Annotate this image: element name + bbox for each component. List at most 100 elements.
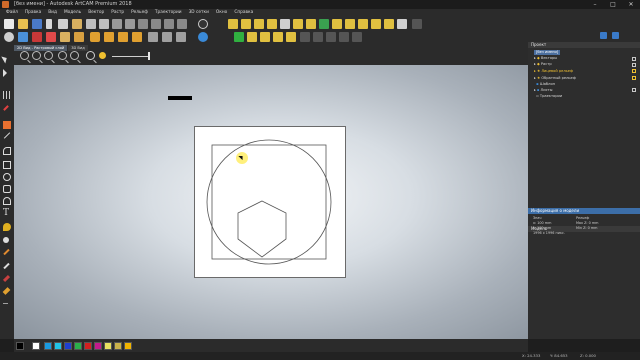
nest-icon[interactable] (352, 32, 362, 42)
align-icon[interactable] (260, 32, 270, 42)
zoom-out-icon[interactable] (32, 51, 41, 60)
color-swatch[interactable] (64, 342, 72, 350)
menu-window[interactable]: Окно (216, 9, 227, 17)
tree-item-bitmap[interactable]: ▸ ◆ Растр (534, 62, 552, 67)
create-vector-icon[interactable] (247, 32, 257, 42)
menu-toolpaths[interactable]: Траектории (155, 9, 182, 17)
tree-item-toolpaths[interactable]: ▫ Траектории (534, 94, 562, 99)
open-file-icon[interactable] (18, 19, 28, 29)
menu-vector[interactable]: Вектор (88, 9, 104, 17)
rotate-icon[interactable] (293, 19, 303, 29)
cut-icon[interactable] (46, 19, 52, 29)
circle-tool-icon[interactable] (3, 173, 11, 181)
new-file-icon[interactable] (4, 19, 14, 29)
rectangle-tool-icon[interactable] (3, 161, 11, 169)
select-arrow-icon[interactable] (1, 54, 9, 64)
close-button[interactable]: ✕ (622, 0, 640, 9)
zoom-slider-track[interactable] (112, 56, 150, 57)
delete-icon[interactable] (112, 19, 122, 29)
menu-3d-mesh[interactable]: 3D сетки (189, 9, 209, 17)
color-swatch[interactable] (44, 342, 52, 350)
trim-icon[interactable] (345, 19, 355, 29)
tab-2d-view[interactable]: 2D Вид - Растровый слой (14, 45, 68, 51)
panel-icon-2[interactable] (612, 32, 619, 39)
find-icon[interactable] (138, 19, 148, 29)
vector-hexagon[interactable] (237, 200, 287, 258)
line-tool-icon[interactable] (3, 132, 11, 139)
measure-icon[interactable] (176, 32, 186, 42)
grid-snap-icon[interactable] (3, 91, 11, 99)
block-copy-icon[interactable] (339, 32, 349, 42)
vector-drawing[interactable] (194, 126, 346, 278)
tree-item-template[interactable]: ▪ Шаблон (534, 82, 555, 87)
project-root[interactable]: [без имени] (534, 50, 561, 55)
zoom-fit-icon[interactable] (44, 51, 53, 60)
group-icon[interactable] (319, 19, 329, 29)
zoom-previous-icon[interactable] (70, 51, 79, 60)
weld-icon[interactable] (332, 19, 342, 29)
explode-icon[interactable] (280, 19, 290, 29)
polygon-tool-icon[interactable] (3, 185, 11, 193)
tree-item-back-relief[interactable]: ▸ ★ Обратный рельеф (534, 76, 576, 81)
menu-help[interactable]: Справка (234, 9, 253, 17)
color-swatch[interactable] (94, 342, 102, 350)
tree-item-front-relief[interactable]: ▸ ★ Лицевой рельеф (534, 69, 573, 74)
join-icon[interactable] (371, 19, 381, 29)
iso-view-icon[interactable] (104, 32, 114, 42)
brush-icon[interactable] (3, 237, 9, 243)
menu-file[interactable]: Файл (6, 9, 18, 17)
color-swatch[interactable] (124, 342, 132, 350)
tab-3d-view[interactable]: 3D Вид (68, 45, 88, 51)
redo-icon[interactable] (99, 19, 109, 29)
snap-icon[interactable] (300, 32, 310, 42)
zoom-icon[interactable] (4, 32, 14, 42)
zoom-in-icon[interactable] (20, 51, 29, 60)
lightbulb-icon[interactable] (99, 52, 106, 59)
offset-icon[interactable] (412, 19, 422, 29)
dimension-icon[interactable] (273, 32, 283, 42)
flip-icon[interactable] (177, 19, 187, 29)
color-swatch[interactable] (16, 342, 24, 350)
front-view-icon[interactable] (132, 32, 142, 42)
text-vector-icon[interactable] (286, 32, 296, 42)
render-icon[interactable] (148, 32, 158, 42)
undo-icon[interactable] (86, 19, 96, 29)
eraser-tool-icon[interactable] (2, 287, 11, 295)
zoom-window-icon[interactable] (58, 51, 67, 60)
array-icon[interactable] (326, 32, 336, 42)
material-icon[interactable] (74, 32, 84, 42)
lock-icon[interactable] (632, 69, 636, 73)
paste-icon[interactable] (72, 19, 82, 29)
menu-relief[interactable]: Рельеф (131, 9, 148, 17)
menu-view[interactable]: Вид (48, 9, 57, 17)
text-tool-icon[interactable]: T (3, 209, 11, 218)
vector-rectangle[interactable] (211, 144, 327, 260)
box-view-icon[interactable] (90, 32, 100, 42)
globe-icon[interactable] (198, 32, 208, 42)
visibility-icon[interactable] (632, 57, 636, 61)
color-swatch[interactable] (54, 342, 62, 350)
eraser-icon[interactable] (397, 19, 407, 29)
paste-layer-icon[interactable] (164, 19, 174, 29)
color-swatch[interactable] (114, 342, 122, 350)
paint-bucket-icon[interactable] (3, 121, 11, 129)
zoom-slider-thumb[interactable] (148, 52, 150, 60)
node-edit-icon[interactable] (254, 19, 264, 29)
menu-model[interactable]: Модель (64, 9, 81, 17)
lock-icon[interactable] (632, 76, 636, 80)
copy-layer-icon[interactable] (151, 19, 161, 29)
view-2d-icon[interactable] (18, 32, 28, 42)
smudge-icon[interactable] (3, 248, 10, 256)
select-all-icon[interactable] (125, 19, 135, 29)
color-swatch[interactable] (32, 342, 40, 350)
save-icon[interactable] (32, 19, 42, 29)
top-view-icon[interactable] (118, 32, 128, 42)
visibility-icon[interactable] (632, 88, 636, 92)
fill-drop-icon[interactable] (3, 223, 11, 231)
menu-bitmap[interactable]: Растр (111, 9, 124, 17)
smooth-icon[interactable] (384, 19, 394, 29)
fillet-icon[interactable] (358, 19, 368, 29)
more-tools-icon[interactable] (3, 303, 8, 304)
shade-icon[interactable] (46, 32, 56, 42)
add-icon[interactable] (234, 32, 244, 42)
